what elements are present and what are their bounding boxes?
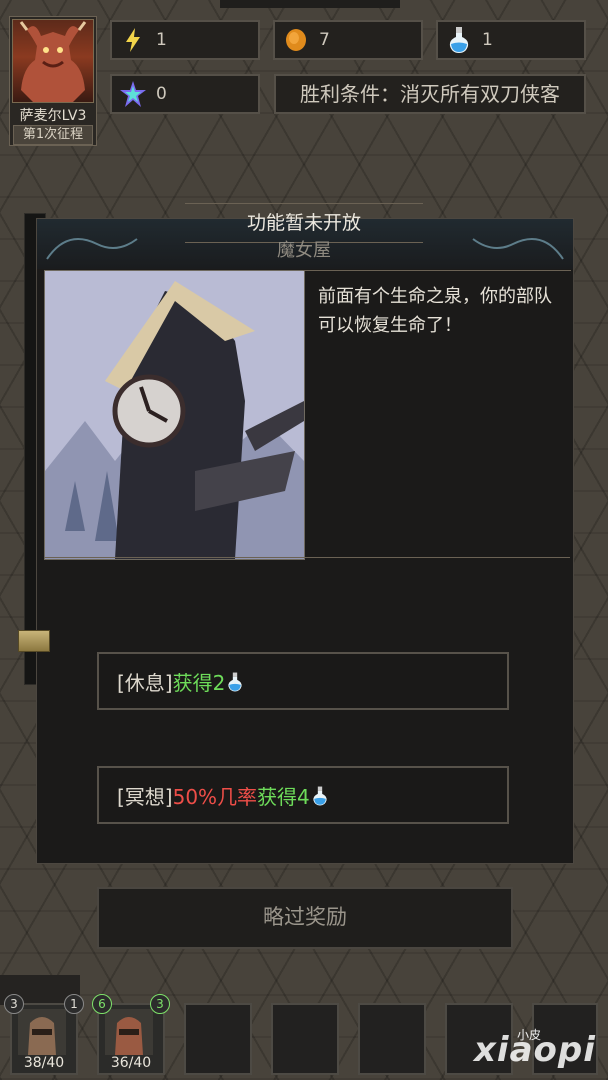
potion-icon [227, 656, 243, 714]
skip-reward-button[interactable]: 略过奖励 [97, 887, 513, 949]
victory-condition: 胜利条件：消灭所有双刀侠客 [274, 74, 586, 114]
hero-portrait [12, 19, 94, 103]
divider-top [303, 270, 571, 271]
meditate-option-label: [冥想] [117, 785, 173, 809]
unit-hp: 36/40 [110, 1055, 152, 1071]
map-edge-top [220, 0, 400, 8]
unit-level-badge: 6 [92, 994, 112, 1014]
unit-slot-empty[interactable] [184, 1003, 252, 1075]
rest-option-button[interactable]: [休息]获得2 [97, 652, 509, 710]
event-description: 前面有个生命之泉，你的部队可以恢复生命了！ [318, 286, 552, 336]
watermark-logo: xiaopi [474, 1030, 596, 1070]
unit-portrait [18, 1009, 66, 1055]
energy-resource: 1 [110, 20, 260, 60]
potion-resource: 1 [436, 20, 586, 60]
hero-card[interactable]: 萨麦尔LV3 第1次征程 [9, 16, 97, 146]
potion-icon [312, 770, 328, 828]
rest-option-gain: 获得2 [172, 671, 226, 695]
unit-slot-empty[interactable] [271, 1003, 339, 1075]
gold-coin-icon [283, 27, 309, 53]
meditate-option-chance: 50%几率 [172, 785, 258, 809]
lightning-icon [120, 27, 146, 53]
gold-value: 7 [319, 30, 330, 50]
unit-level-badge: 3 [4, 994, 24, 1014]
unit-slot-2[interactable]: 36/40 [97, 1003, 165, 1075]
energy-value: 1 [156, 30, 167, 50]
unit-hp: 38/40 [23, 1055, 65, 1071]
expedition-count: 第1次征程 [13, 125, 93, 145]
crystal-value: 0 [156, 84, 167, 104]
meditate-option-gain: 获得4 [257, 785, 310, 809]
unit-portrait [105, 1009, 153, 1055]
potion-value: 1 [482, 30, 493, 50]
divider-bottom [44, 557, 570, 558]
hero-name: 萨麦尔LV3 [19, 108, 87, 124]
crystal-star-icon [120, 81, 146, 107]
event-title: 魔女屋 [277, 240, 331, 261]
unit-slot-1[interactable]: 38/40 [10, 1003, 78, 1075]
meditate-option-button[interactable]: [冥想]50%几率获得4 [97, 766, 509, 824]
gold-resource: 7 [273, 20, 423, 60]
event-illustration [44, 270, 305, 560]
rest-option-label: [休息] [117, 671, 173, 695]
slider-handle[interactable] [18, 630, 50, 652]
unit-armor-badge: 3 [150, 994, 170, 1014]
unit-slot-empty[interactable] [358, 1003, 426, 1075]
potion-icon [446, 27, 472, 53]
crystal-resource: 0 [110, 74, 260, 114]
unit-extra-badge: 1 [64, 994, 84, 1014]
